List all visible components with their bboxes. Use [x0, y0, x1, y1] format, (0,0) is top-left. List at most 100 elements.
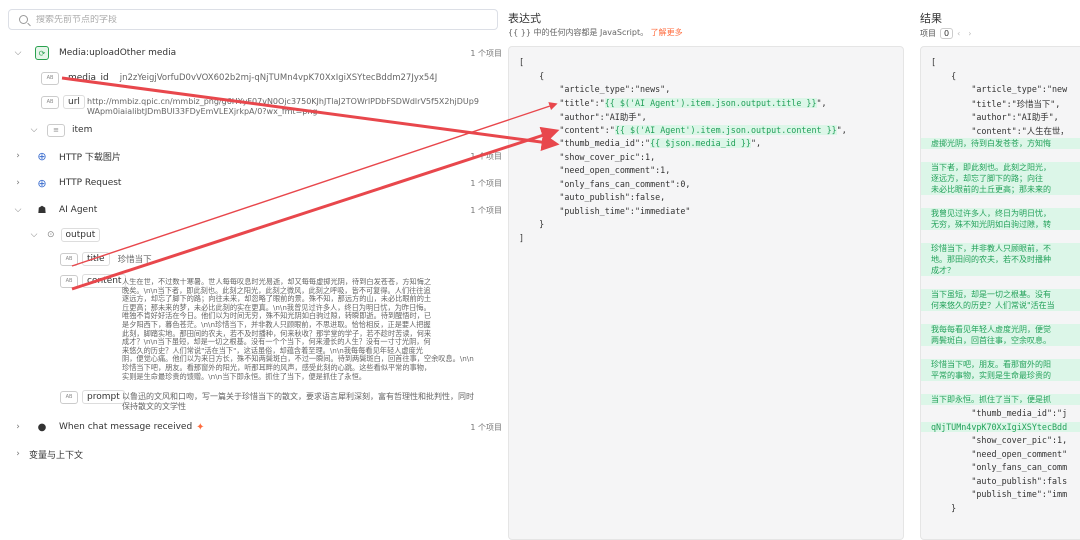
node-title: AI Agent	[59, 205, 98, 215]
result-content-line: 当下即永恒。抓住了当下，便是抓	[921, 394, 1080, 405]
field-key[interactable]: prompt	[82, 390, 125, 404]
code-line: "need_open_comment":1,	[519, 165, 670, 175]
chevron-down-icon[interactable]: ⌵	[13, 205, 23, 215]
field-title[interactable]: AB title 珍惜当下	[0, 251, 508, 267]
code-line: "auto_publish":false,	[519, 192, 665, 202]
node-title: Media:uploadOther media	[59, 48, 177, 58]
node-http-download[interactable]: › ⊕ HTTP 下载图片 1 个项目	[0, 148, 508, 164]
chat-bubble-icon: ●	[37, 421, 47, 433]
field-key[interactable]: title	[82, 252, 110, 266]
url-line-2: WApm0iaialibtJDmBUI33FDyEmVLEXjrkpA/0?wx…	[87, 107, 318, 116]
result-meta: 项目 0 ‹ ›	[920, 28, 972, 39]
result-content-line: 珍惜当下吧，朋友。看那窗外的阳	[921, 359, 1080, 370]
chevron-right-icon[interactable]: ›	[13, 151, 23, 161]
chevron-right-icon[interactable]: ›	[968, 29, 971, 38]
node-title: HTTP 下载图片	[59, 152, 121, 163]
input-fields-panel: ⌵ ⟳ Media:uploadOther media 1 个项目 AB med…	[0, 0, 508, 540]
result-content-line: 未必比眼前的土丘更高；那未来的	[921, 184, 1080, 195]
item-count: 1 个项目	[470, 178, 502, 188]
node-media-upload[interactable]: ⌵ ⟳ Media:uploadOther media 1 个项目	[0, 45, 508, 61]
chevron-down-icon[interactable]: ⌵	[29, 230, 39, 240]
item-index[interactable]: 0	[940, 28, 954, 39]
node-chat-trigger[interactable]: › ● When chat message received ✦ 1 个项目	[0, 419, 508, 435]
string-type-icon: AB	[41, 95, 59, 109]
result-title: 结果	[920, 12, 942, 25]
result-content-line: 虚掷光阴，待到白发苍苍，方知悔	[921, 138, 1080, 149]
field-output[interactable]: ⌵ ⊙ output	[0, 227, 508, 243]
node-title: When chat message received	[59, 422, 193, 432]
node-variables-context[interactable]: › 变量与上下文	[0, 446, 508, 462]
code-text: "article_type":"news",	[519, 84, 671, 94]
code-text: "need_open_comment":1,	[519, 165, 671, 175]
result-line: "only_fans_can_comm	[931, 462, 1068, 472]
field-value: 珍惜当下	[117, 255, 152, 265]
result-content-line: 两鬓斑白，回首往事，空余叹息。	[921, 335, 1080, 346]
chevron-down-icon[interactable]: ⌵	[13, 48, 23, 58]
field-search-box[interactable]	[8, 9, 498, 30]
globe-icon: ⊕	[37, 176, 47, 190]
result-line: "thumb_media_id":"j	[931, 408, 1068, 418]
result-line: [	[931, 57, 937, 67]
chevron-down-icon[interactable]: ⌵	[29, 125, 39, 135]
result-content-line: 逐远方，却忘了脚下的路；向往	[921, 173, 1080, 184]
trigger-bolt-icon: ✦	[196, 421, 205, 433]
field-content-value: 人生在世，不过数十寒暑。世人每每叹息时光易逝，却又每每虚掷光阴，待到白发苍苍，方…	[122, 278, 500, 381]
result-line: qNjTUMn4vpK70XxIgiXSYtecBdd	[921, 421, 1080, 432]
code-text: "thumb_media_id":"	[519, 138, 651, 148]
result-content-line: 无穷，殊不知光阴如白驹过隙，转	[921, 219, 1080, 230]
code-line: "show_cover_pic":1,	[519, 152, 655, 162]
chevron-right-icon[interactable]: ›	[13, 422, 23, 432]
result-content-line: 成才？	[921, 265, 1080, 276]
expression-panel: 表达式 {{ }} 中的任何内容都是 JavaScript。 了解更多 [ { …	[508, 0, 912, 540]
field-prompt-value: 以鲁迅的文风和口吻，写一篇关于珍惜当下的散文，要求语言犀利深刻，富有哲理性和批判…	[122, 392, 502, 412]
search-input[interactable]	[36, 14, 436, 25]
chevron-right-icon[interactable]: ›	[13, 449, 23, 459]
result-line: "show_cover_pic":1,	[931, 435, 1068, 445]
node-title: 变量与上下文	[29, 450, 84, 461]
field-key[interactable]: content	[82, 274, 127, 288]
node-ai-agent[interactable]: ⌵ ☗ AI Agent 1 个项目	[0, 202, 508, 218]
result-content-line: 地。那田间的农夫，若不及时播种	[921, 254, 1080, 265]
globe-icon: ⊕	[37, 149, 47, 163]
url-line-1: http://mmbiz.qpic.cn/mmbiz_png/g6HYyF07v…	[87, 97, 479, 106]
field-media-id[interactable]: AB media_id jn2zYeigjVorfuD0vVOX602b2mj-…	[0, 70, 508, 86]
expression-highlight: {{ $json.media_id }}	[650, 138, 751, 148]
code-text: "title":"	[519, 97, 605, 108]
code-line: "content":"{{ $('AI Agent').item.json.ou…	[519, 124, 847, 135]
field-key[interactable]: media_id	[63, 71, 114, 85]
code-line: "title":"{{ $('AI Agent').item.json.outp…	[519, 97, 827, 108]
expression-editor[interactable]: [ { "article_type":"news", "title":"{{ $…	[508, 46, 904, 540]
field-key[interactable]: output	[60, 228, 101, 242]
prompt-line-2: 保持散文的文学性	[122, 402, 186, 411]
chevron-right-icon[interactable]: ›	[13, 178, 23, 188]
result-line: }	[931, 502, 957, 513]
node-http-request[interactable]: › ⊕ HTTP Request 1 个项目	[0, 175, 508, 191]
field-key[interactable]: url	[63, 95, 85, 109]
prompt-line-1: 以鲁迅的文风和口吻，写一篇关于珍惜当下的散文，要求语言犀利深刻，富有哲理性和批判…	[122, 392, 474, 401]
item-label: 项目	[920, 29, 936, 38]
field-value: jn2zYeigjVorfuD0vVOX602b2mj-qNjTUMn4vpK7…	[119, 73, 438, 83]
learn-more-link[interactable]: 了解更多	[651, 28, 683, 37]
result-content-line: 平常的事物，实则是生命最珍贵的	[921, 370, 1080, 381]
code-line: "publish_time":"immediate"	[519, 206, 690, 216]
chevron-left-icon[interactable]: ‹	[957, 29, 960, 38]
code-text: "show_cover_pic":1,	[519, 151, 656, 162]
result-content-line: 当下者，即此刻也。此刻之阳光，	[921, 162, 1080, 173]
item-count: 1 个项目	[470, 48, 502, 58]
expression-highlight: {{ $('AI Agent').item.json.output.conten…	[614, 124, 837, 135]
result-line: "auto_publish":fals	[931, 475, 1068, 486]
field-item[interactable]: ⌵ ≡ item	[0, 122, 508, 138]
result-content-line: 珍惜当下，并非教人只顾眼前，不	[921, 243, 1080, 254]
content-line: 实则是生命最珍贵的馈赠。\n\n当下即永恒。抓住了当下，便是抓住了永恒。	[122, 371, 366, 381]
result-line: "title":"珍惜当下",	[931, 98, 1061, 109]
code-text: ",	[816, 97, 827, 108]
code-line: "author":"AI助手",	[519, 111, 646, 123]
item-count: 1 个项目	[470, 205, 502, 215]
code-text: ",	[836, 124, 847, 135]
result-line: {	[931, 70, 957, 81]
search-icon	[19, 15, 28, 24]
item-count: 1 个项目	[470, 422, 502, 432]
result-panel: 结果 项目 0 ‹ › [ { "article_type":"new "tit…	[912, 0, 1080, 540]
result-line: "article_type":"new	[931, 84, 1068, 94]
refresh-icon: ⟳	[35, 46, 49, 60]
